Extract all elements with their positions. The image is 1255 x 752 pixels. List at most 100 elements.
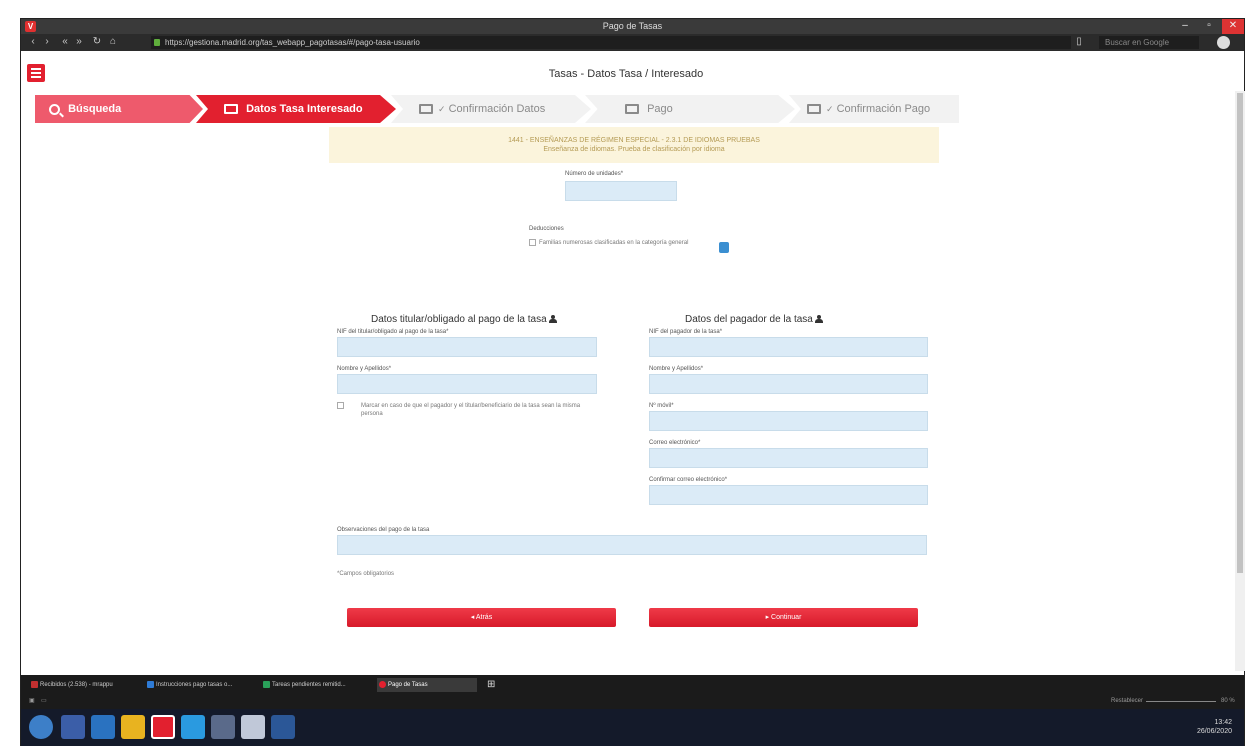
pagador-name-label: Nombre y Apellidos*	[649, 366, 704, 372]
windows-taskbar: 13:42 26/06/2020	[21, 709, 1244, 746]
deduction-checkbox[interactable]	[529, 239, 536, 246]
id-card-icon	[224, 104, 238, 115]
tab-label: Recibidos (2.538) - mrappu	[40, 682, 113, 688]
panel-toggle-icon[interactable]: ▣	[29, 697, 35, 704]
deduction-option-label: Familias numerosas clasificadas en la ca…	[539, 240, 689, 246]
status-bar: ▣ ▭ Restablecer 80 %	[21, 695, 1244, 709]
titular-section-title: Datos titular/obligado al pago de la tas…	[371, 314, 557, 325]
titular-nif-input[interactable]	[337, 337, 597, 357]
phone-input[interactable]	[649, 411, 928, 431]
browser-tab-active[interactable]: Pago de Tasas	[377, 678, 477, 692]
units-input[interactable]	[565, 181, 677, 201]
info-icon[interactable]	[719, 242, 729, 253]
document-taskbar-icon[interactable]	[211, 715, 235, 739]
close-icon[interactable]: ✕	[1222, 19, 1244, 34]
pagador-nif-label: NIF del pagador de la tasa*	[649, 329, 723, 335]
window-title-bar: V Pago de Tasas – ▫ ✕	[21, 19, 1244, 34]
url-field[interactable]: https://gestiona.madrid.org/tas_webapp_p…	[151, 36, 1071, 49]
back-button[interactable]: ◂ Atrás	[347, 608, 616, 627]
pagador-name-input[interactable]	[649, 374, 928, 394]
search-input[interactable]: Buscar en Google	[1099, 36, 1199, 49]
fee-notice: 1441 - ENSEÑANZAS DE RÉGIMEN ESPECIAL - …	[329, 127, 939, 163]
file-explorer-icon[interactable]	[61, 715, 85, 739]
folder-icon[interactable]	[121, 715, 145, 739]
pagador-section-text: Datos del pagador de la tasa	[685, 314, 813, 325]
step-confirmacion-datos: ✓ Confirmación Datos	[391, 95, 591, 123]
zoom-value: 80 %	[1221, 698, 1235, 704]
tab-label: Instrucciones pago tasas o...	[156, 682, 233, 688]
deductions-label: Deducciones	[529, 226, 564, 232]
app-taskbar-icon[interactable]	[181, 715, 205, 739]
forward-icon[interactable]: ›	[41, 36, 53, 48]
step-label: Confirmación Pago	[836, 103, 931, 115]
address-bar: ‹ › « » ↻ ⌂ https://gestiona.madrid.org/…	[21, 34, 1244, 51]
vertical-scrollbar[interactable]	[1235, 91, 1245, 671]
mail-icon	[31, 681, 38, 688]
continue-button[interactable]: ▸ Continuar	[649, 608, 918, 627]
titular-name-input[interactable]	[337, 374, 597, 394]
zoom-reset-label[interactable]: Restablecer	[1111, 698, 1143, 704]
user-icon	[548, 315, 557, 324]
browser-tab[interactable]: Instrucciones pago tasas o...	[145, 678, 259, 692]
zoom-slider[interactable]	[1146, 701, 1216, 702]
email-confirm-label: Confirmar correo electrónico*	[649, 477, 728, 483]
email-input[interactable]	[649, 448, 928, 468]
url-text: https://gestiona.madrid.org/tas_webapp_p…	[165, 38, 420, 47]
back-icon[interactable]: ‹	[27, 36, 39, 48]
rewind-icon[interactable]: «	[59, 36, 71, 48]
minimize-icon[interactable]: –	[1174, 19, 1196, 34]
lock-icon	[154, 39, 160, 46]
step-label: Confirmación Datos	[448, 103, 546, 115]
pagador-nif-input[interactable]	[649, 337, 928, 357]
required-note: *Campos obligatorios	[337, 571, 395, 577]
same-person-checkbox[interactable]	[337, 402, 344, 409]
vivaldi-tab-icon	[379, 681, 386, 688]
observations-input[interactable]	[337, 535, 927, 555]
phone-label: Nº móvil*	[649, 403, 674, 409]
titular-name-label: Nombre y Apellidos*	[337, 366, 392, 372]
browser-tab[interactable]: Tareas pendientes remitid...	[261, 678, 375, 692]
observations-label: Observaciones del pago de la tasa	[337, 527, 430, 533]
document-icon	[147, 681, 154, 688]
sheet-icon	[263, 681, 270, 688]
scrollbar-thumb[interactable]	[1237, 93, 1243, 573]
new-tab-icon[interactable]: ⊞	[487, 678, 501, 692]
vivaldi-taskbar-icon[interactable]	[151, 715, 175, 739]
step-datos-tasa-interesado[interactable]: Datos Tasa Interesado	[196, 95, 396, 123]
step-label: Pago	[647, 103, 673, 115]
window-icon[interactable]: ▭	[41, 697, 47, 704]
maximize-icon[interactable]: ▫	[1198, 19, 1220, 34]
start-button-icon[interactable]	[29, 715, 53, 739]
home-icon[interactable]: ⌂	[107, 36, 119, 48]
step-label: Búsqueda	[68, 103, 122, 115]
outlook-icon[interactable]	[91, 715, 115, 739]
titular-nif-label: NIF del titular/obligado al pago de la t…	[337, 329, 449, 335]
step-confirmacion-pago: ✓ Confirmación Pago	[789, 95, 959, 123]
credit-card-icon	[807, 104, 821, 115]
email-confirm-input[interactable]	[649, 485, 928, 505]
notice-line-1: 1441 - ENSEÑANZAS DE RÉGIMEN ESPECIAL - …	[508, 137, 760, 144]
fast-forward-icon[interactable]: »	[73, 36, 85, 48]
same-person-label: Marcar en caso de que el pagador y el ti…	[361, 403, 581, 417]
check-icon: ✓	[438, 104, 446, 114]
window-title: Pago de Tasas	[602, 21, 663, 31]
credit-card-icon	[625, 104, 639, 115]
tab-label: Tareas pendientes remitid...	[272, 682, 346, 688]
tab-label: Pago de Tasas	[388, 682, 428, 688]
media-taskbar-icon[interactable]	[241, 715, 265, 739]
user-icon	[814, 315, 823, 324]
wizard-steps: Búsqueda Datos Tasa Interesado ✓ Confirm…	[21, 91, 1231, 123]
bookmark-icon[interactable]: ▯	[1073, 36, 1085, 48]
reload-icon[interactable]: ↻	[91, 36, 103, 48]
profile-avatar[interactable]	[1217, 36, 1230, 49]
word-icon[interactable]	[271, 715, 295, 739]
browser-tab[interactable]: Recibidos (2.538) - mrappu	[29, 678, 143, 692]
app-header: Tasas - Datos Tasa / Interesado	[21, 51, 1231, 91]
titular-section-text: Datos titular/obligado al pago de la tas…	[371, 314, 547, 325]
id-card-icon	[419, 104, 433, 115]
email-label: Correo electrónico*	[649, 440, 701, 446]
search-icon	[49, 103, 60, 115]
clock-date: 26/06/2020	[1196, 728, 1232, 735]
step-busqueda[interactable]: Búsqueda	[35, 95, 203, 123]
taskbar-clock[interactable]: 13:42 26/06/2020	[1197, 718, 1232, 736]
